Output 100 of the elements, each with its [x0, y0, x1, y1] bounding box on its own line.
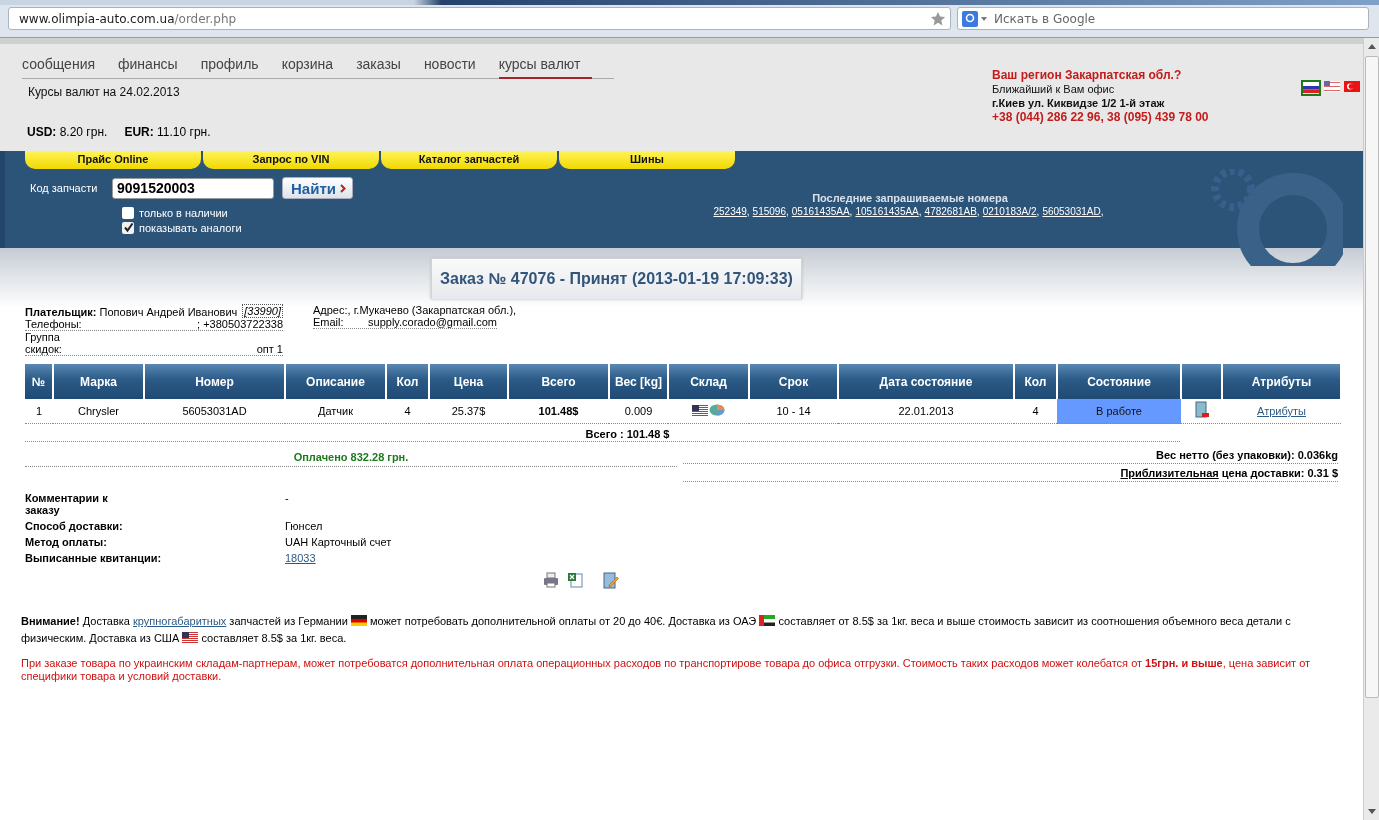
- detail-label: Комментарии к заказу: [25, 492, 109, 516]
- column-header: Состояние: [1057, 364, 1181, 399]
- detail-label: Метод оплаты:: [25, 536, 108, 548]
- notice-link[interactable]: крупногабаритных: [133, 615, 227, 627]
- scrollbar-thumb[interactable]: [1364, 56, 1379, 698]
- table-cell: 10 - 14: [749, 399, 838, 424]
- nav-tab[interactable]: заказы: [356, 56, 413, 78]
- paid-amount: Оплачено 832.28 грн.: [293, 451, 409, 463]
- checkbox[interactable]: [122, 221, 134, 234]
- table-cell: 101.48$: [508, 399, 609, 424]
- spreadsheet-icon[interactable]: [567, 572, 583, 588]
- separator-text: ,: [1100, 206, 1104, 217]
- delivery-notice: Внимание! Доставка крупногабаритных запчастей из Германии может потребовать дополнительной оплаты от 20 до 40€. Доставка из ОАЭ составляет от 8.5$ за 1кг. веса и выше стоимость зависит из соотношения объемного веса детали с физическим. Доставка из США составляет 8.5$ за 1кг. веса.: [21, 614, 1292, 646]
- checkbox[interactable]: [122, 206, 134, 219]
- table-cell: Датчик: [285, 399, 386, 424]
- column-header: №: [25, 364, 53, 399]
- column-header: Дата состояние: [838, 364, 1014, 399]
- recent-number-link[interactable]: 105161435AA: [855, 206, 919, 217]
- find-button[interactable]: Найти: [282, 177, 353, 199]
- edit-document-icon[interactable]: [603, 572, 619, 589]
- office-label: Ближайший к Вам офис: [992, 82, 1116, 96]
- net-weight: Вес нетто (без упаковки): 0.036kg: [1156, 449, 1338, 461]
- payer-text: Плательщик: Попович Андрей Иванович: [25, 306, 238, 318]
- column-header: Срок: [749, 364, 838, 399]
- search-bar[interactable]: Искать в Google: [957, 7, 1369, 30]
- detail-label: Выписанные квитанции:: [25, 552, 163, 564]
- pie-chart-icon: [709, 404, 725, 417]
- nav-tab[interactable]: профиль: [200, 56, 271, 78]
- office-address: г.Киев ул. Киквидзе 1/2 1-й этаж: [992, 96, 1166, 110]
- flag-icon: [1343, 81, 1360, 92]
- email-value: supply.corado@gmail.com: [368, 316, 497, 328]
- detail-value: -: [285, 492, 290, 506]
- separator-text: ,: [918, 206, 922, 217]
- flag-icon: [692, 404, 708, 416]
- recent-number-link[interactable]: 515096: [752, 206, 786, 217]
- part-code-label: Код запчасти: [30, 182, 99, 194]
- checkbox-label[interactable]: показывать аналоги: [139, 221, 242, 234]
- detail-value: UAH Карточный счет: [285, 536, 393, 548]
- search-engine-icon: [962, 10, 988, 27]
- column-header: Кол: [386, 364, 429, 399]
- currency-rate: EUR: 11.10 грн.: [124, 125, 211, 139]
- delivery-estimate: Приблизительная цена доставки: 0.31 $: [1120, 467, 1338, 479]
- recent-number-link[interactable]: 0210183A/2: [982, 206, 1037, 217]
- separator-text: ,: [1036, 206, 1040, 217]
- nav-tab[interactable]: сообщения: [22, 56, 108, 78]
- flag-icon: [759, 615, 776, 626]
- chevron-icon: [339, 183, 346, 193]
- service-tab[interactable]: Запрос по VIN: [203, 151, 379, 169]
- email-label: Email:: [313, 316, 344, 328]
- service-tab[interactable]: Шины: [559, 151, 735, 169]
- part-code-field[interactable]: 9091520003: [112, 177, 274, 199]
- table-cell: 25.37$: [429, 399, 508, 424]
- client-code: [33990]: [242, 304, 283, 318]
- print-icon[interactable]: [543, 572, 559, 588]
- column-header: Склад: [668, 364, 749, 399]
- service-tab[interactable]: Каталог запчастей: [381, 151, 557, 169]
- detail-value: Гюнсел: [285, 520, 324, 532]
- recent-number-link[interactable]: 252349: [713, 206, 747, 217]
- partner-warehouse-notice: При заказе товара по украинским складам-партнерам, может потребоватся дополнительная оплата операционных расходов по транспортирове товара до офиса отгрузки. Стоимость таких расходов может колебатся от 15грн. и выше, цена зависит от специфики товара и условий доставки.: [21, 657, 1312, 683]
- recent-number-link[interactable]: 56053031AD: [1042, 206, 1101, 217]
- nav-tab[interactable]: корзина: [281, 56, 346, 78]
- table-cell: 0.009: [609, 399, 668, 424]
- document-icon[interactable]: [1194, 401, 1209, 419]
- column-header: Кол: [1014, 364, 1057, 399]
- status-cell: В работе: [1057, 399, 1181, 424]
- nav-tab[interactable]: финансы: [118, 56, 190, 78]
- recent-numbers-title: Последние запрашиваемые номера: [811, 192, 1009, 204]
- url-text: www.olimpia-auto.com.ua/order.php: [19, 11, 237, 26]
- table-cell: 56053031AD: [144, 399, 285, 424]
- currency-rate: USD: 8.20 грн.: [27, 125, 108, 139]
- column-header: Описание: [285, 364, 386, 399]
- rates-title: Курсы валют на 24.02.2013: [28, 85, 181, 99]
- scroll-up-icon[interactable]: [1366, 42, 1377, 50]
- order-total: Всего : 101.48 $: [585, 428, 670, 440]
- checkbox-label[interactable]: только в наличии: [139, 206, 228, 219]
- flag-icon: [182, 632, 199, 643]
- column-header: Номер: [144, 364, 285, 399]
- address-bar[interactable]: www.olimpia-auto.com.ua/order.php: [8, 7, 951, 30]
- discount-group-value: опт 1: [256, 343, 283, 355]
- nav-tab[interactable]: курсы валют: [498, 56, 593, 79]
- column-header: Марка: [53, 364, 144, 399]
- recent-number-link[interactable]: 05161435AA: [791, 206, 850, 217]
- recent-number-link[interactable]: 4782681AB: [924, 206, 977, 217]
- nav-tab[interactable]: новости: [423, 56, 488, 78]
- table-cell: Chrysler: [53, 399, 144, 424]
- table-cell: 1: [25, 399, 53, 424]
- scroll-down-icon[interactable]: [1366, 808, 1377, 816]
- receipt-link[interactable]: 18033: [285, 552, 316, 564]
- order-title: Заказ № 47076 - Принят (2013-01-19 17:09:33): [431, 258, 802, 299]
- star-icon[interactable]: [930, 10, 946, 27]
- column-header: Атрибуты: [1222, 364, 1341, 399]
- region-question[interactable]: Ваш регион Закарпатская обл.?: [992, 68, 1209, 82]
- language-option[interactable]: [1300, 80, 1321, 96]
- flag-icon: [1302, 82, 1319, 93]
- service-tab[interactable]: Прайс Online: [25, 151, 201, 169]
- address-text: Адрес:, г.Мукачево (Закарпатская обл.),: [313, 304, 517, 316]
- office-phones: +38 (044) 286 22 96, 38 (095) 439 78 00: [992, 110, 1209, 124]
- attributes-link[interactable]: Атрибуты: [1257, 405, 1306, 417]
- phones-label: Телефоны:: [25, 318, 82, 330]
- separator-text: ,: [849, 206, 853, 217]
